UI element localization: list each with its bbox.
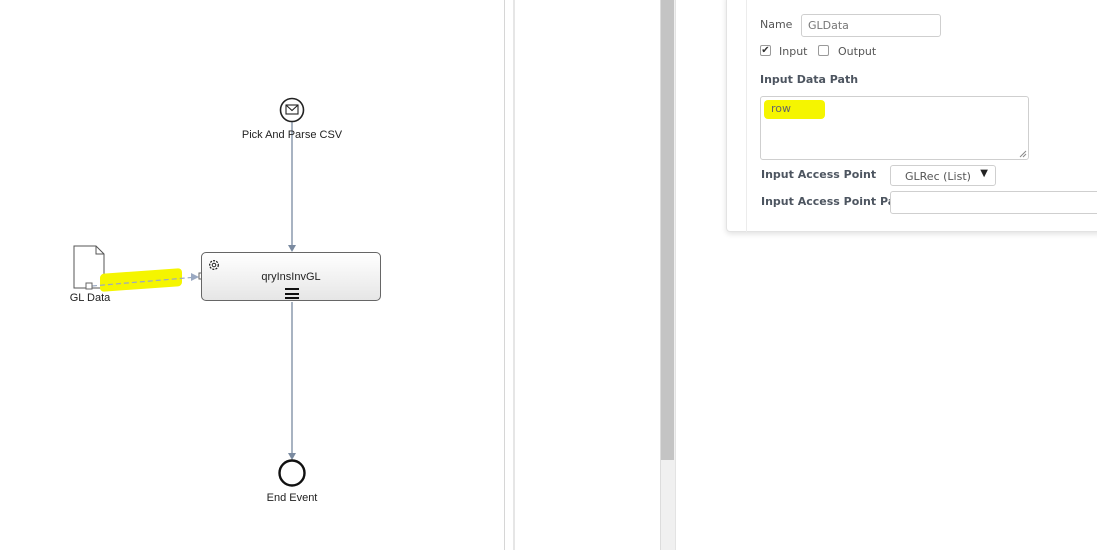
input-access-point-value: GLRec (List): [905, 170, 971, 183]
input-access-point-path-label: Input Access Point Path: [761, 195, 909, 208]
input-access-point-select[interactable]: GLRec (List) ▼: [890, 165, 996, 186]
task-label: qryInsInvGL: [261, 271, 321, 283]
service-task[interactable]: qryInsInvGL: [201, 252, 381, 301]
name-input[interactable]: GLData: [801, 14, 941, 37]
name-value: GLData: [808, 19, 849, 32]
input-data-path-textarea[interactable]: row: [760, 96, 1029, 160]
process-diagram-canvas[interactable]: qryInsInvGL Pick And Parse CSV GL Data E…: [0, 0, 504, 550]
blank-area: [515, 0, 660, 550]
association-handle[interactable]: [85, 282, 93, 290]
input-access-point-label: Input Access Point: [761, 168, 877, 181]
name-label: Name: [760, 18, 793, 31]
gear-icon: [207, 258, 221, 272]
multi-instance-icon: [285, 288, 299, 299]
end-event-label: End Event: [266, 492, 318, 504]
resize-handle-icon[interactable]: [1019, 150, 1027, 158]
input-data-path-value: row: [771, 102, 792, 115]
association-arrowhead: [191, 273, 199, 281]
data-object-label: GL Data: [69, 292, 111, 304]
start-event-label: Pick And Parse CSV: [241, 129, 343, 141]
output-checkbox-label: Output: [838, 45, 877, 58]
canvas-divider: [504, 0, 505, 550]
chevron-down-icon: ▼: [980, 168, 988, 179]
data-association[interactable]: [91, 276, 198, 287]
input-checkbox-label: Input: [779, 45, 808, 58]
input-checkbox[interactable]: ✔: [760, 45, 771, 56]
input-data-path-label: Input Data Path: [760, 73, 859, 86]
scrollbar-thumb[interactable]: [661, 0, 674, 460]
input-access-point-path-input[interactable]: [890, 191, 1097, 214]
panel-inner-border: [746, 0, 747, 232]
output-checkbox[interactable]: [818, 45, 829, 56]
